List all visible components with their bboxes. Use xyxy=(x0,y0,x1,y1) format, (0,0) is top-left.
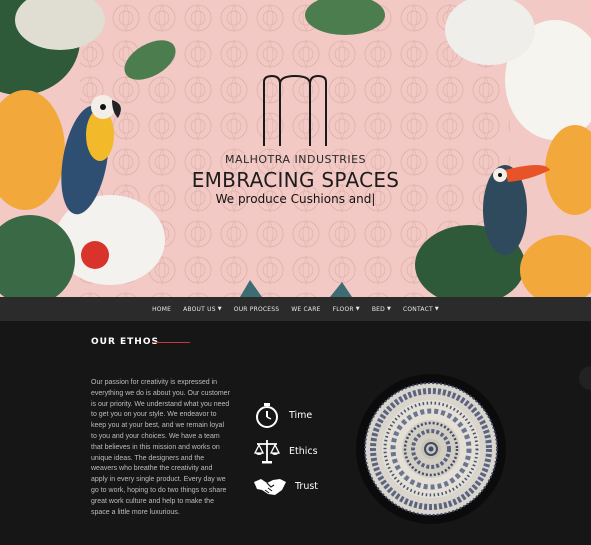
chevron-down-icon: ▼ xyxy=(386,306,391,312)
nav-item-our-process[interactable]: OUR PROCESS xyxy=(234,306,280,313)
scroll-to-top-button[interactable] xyxy=(579,366,591,390)
hero-subline-text: We produce Cushions and| xyxy=(215,192,376,206)
main-navigation: HOME ABOUT US ▼ OUR PROCESS WE CARE FLOOR… xyxy=(0,297,591,321)
nav-label: WE CARE xyxy=(291,305,321,313)
ethos-section: OUR ETHOS Our passion for creativity is … xyxy=(0,321,591,545)
feature-time: Time xyxy=(253,401,312,429)
feature-label: Trust xyxy=(295,480,319,492)
section-title: OUR ETHOS xyxy=(91,337,159,347)
hero-subline: We produce Cushions and| xyxy=(0,192,591,206)
chevron-down-icon: ▼ xyxy=(355,306,360,312)
nav-label: CONTACT xyxy=(403,305,433,313)
nav-label: FLOOR xyxy=(332,305,354,313)
nav-label: ABOUT US xyxy=(183,305,216,313)
round-rug-image xyxy=(356,374,506,524)
nav-item-about-us[interactable]: ABOUT US ▼ xyxy=(183,306,222,313)
scales-icon xyxy=(253,440,281,464)
nav-item-bed[interactable]: BED ▼ xyxy=(372,306,391,313)
stopwatch-icon xyxy=(256,403,278,428)
feature-trust: Trust xyxy=(253,474,318,498)
feature-ethics: Ethics xyxy=(253,437,318,465)
company-name: MALHOTRA INDUSTRIES xyxy=(224,153,367,166)
nav-item-we-care[interactable]: WE CARE xyxy=(291,306,320,313)
ethos-description: Our passion for creativity is expressed … xyxy=(91,379,230,516)
floral-background xyxy=(0,0,591,297)
feature-label: Ethics xyxy=(289,445,318,457)
nav-item-home[interactable]: HOME xyxy=(152,306,171,313)
chevron-down-icon: ▼ xyxy=(434,306,439,312)
hero-tagline: EMBRACING SPACES xyxy=(191,168,400,192)
nav-label: BED xyxy=(371,305,385,313)
hero-banner: MALHOTRA INDUSTRIES EMBRACING SPACES We … xyxy=(0,0,591,297)
company-logo xyxy=(263,74,327,146)
feature-label: Time xyxy=(289,409,313,421)
nav-label: OUR PROCESS xyxy=(233,305,280,313)
handshake-icon xyxy=(254,479,286,495)
chevron-down-icon: ▼ xyxy=(217,306,222,312)
nav-label: HOME xyxy=(152,305,172,313)
nav-item-floor[interactable]: FLOOR ▼ xyxy=(333,306,360,313)
nav-item-contact[interactable]: CONTACT ▼ xyxy=(403,306,439,313)
title-underline xyxy=(153,342,190,343)
